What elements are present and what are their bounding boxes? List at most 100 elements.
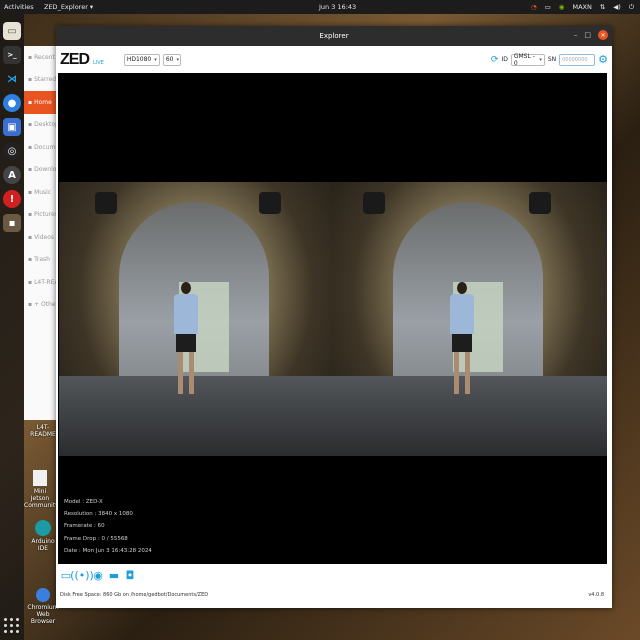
sidebar-item[interactable]: ▪L4T-README	[24, 271, 58, 294]
sidebar-item[interactable]: ▪Documents	[24, 136, 58, 159]
info-frame-drop: Frame Drop : 0 / 55568	[64, 535, 128, 542]
alert-icon[interactable]: !	[3, 190, 21, 208]
sidebar-item-label: + Other Locations	[34, 301, 58, 309]
maximize-icon[interactable]: □	[584, 31, 591, 39]
app-menu[interactable]: ZED_Explorer ▾	[44, 3, 93, 11]
video-icon: ▪	[28, 233, 33, 241]
minimize-icon[interactable]: –	[574, 31, 578, 39]
chevron-down-icon: ▾	[176, 56, 179, 63]
sn-label: SN	[547, 56, 557, 63]
id-label: ID	[501, 56, 508, 63]
sidebar-item-label: Desktop	[34, 121, 58, 129]
picture-icon: ▪	[28, 211, 33, 219]
resolution-select[interactable]: HD1080 ▾	[123, 53, 160, 66]
obs-icon[interactable]: ◎	[3, 142, 21, 160]
trash-icon: ▪	[28, 256, 33, 264]
desktop-doc-label: Mini Jetson Community	[24, 488, 59, 509]
arduino-ide-icon[interactable]: A	[3, 166, 21, 184]
live-badge: LIVE	[93, 59, 104, 66]
music-icon: ▪	[28, 188, 33, 196]
chevron-down-icon: ▾	[539, 56, 542, 63]
plus-icon: ▪	[28, 301, 33, 309]
sidebar-item-label: Trash	[34, 256, 50, 264]
desktop-folder-icon: ▪	[28, 121, 33, 129]
download-icon: ▪	[28, 166, 33, 174]
display-icon[interactable]: ▭	[545, 3, 551, 11]
drive-icon: ▪	[28, 278, 33, 286]
info-framerate: Framerate : 60	[64, 523, 105, 530]
camera-id-select[interactable]: GMSL - 0 ▾	[510, 53, 545, 67]
calibration-icon[interactable]: ◉	[92, 568, 104, 582]
system-tray[interactable]: ◔ ▭ ◉ MAXN ⇅ ◀) ⏻	[531, 3, 634, 12]
version-label: v4.0.8	[588, 592, 604, 598]
explorer-toolbar: ZED LIVE HD1080 ▾ 60 ▾ ⟳ ID GMSL - 0 ▾ S…	[56, 46, 612, 73]
power-icon[interactable]: ⏻	[629, 3, 634, 12]
desktop-readme[interactable]: L4T-README	[28, 424, 58, 438]
snapshot-camera-icon[interactable]: ◘	[124, 568, 136, 582]
serial-number-field[interactable]: 00000000	[559, 53, 596, 66]
vscode-icon[interactable]: ⋊	[3, 70, 21, 88]
desktop-chromium[interactable]: Chromium Web Browser	[26, 588, 60, 625]
clock[interactable]: Jun 3 16:43	[319, 3, 356, 11]
desktop-doc-icon[interactable]: Mini Jetson Community	[24, 470, 59, 509]
sidebar-item[interactable]: ▪+ Other Locations	[24, 294, 58, 317]
sidebar-item-label: Downloads	[34, 166, 58, 174]
screenshot-icon[interactable]: ▣	[3, 118, 21, 136]
disk-status: Disk Free Space: 860 Gb on /home/gedbot/…	[60, 592, 209, 598]
info-model: Model : ZED-X	[64, 499, 103, 505]
files-icon[interactable]: ▭	[3, 22, 21, 40]
app-name: ZED_Explorer	[44, 3, 88, 11]
chevron-down-icon: ▾	[154, 56, 157, 63]
volume-icon[interactable]: ◀)	[613, 3, 621, 11]
bottom-tools: ▭ ((•)) ◉ ▬ ◘	[60, 568, 136, 582]
terminal-icon[interactable]: >_	[3, 46, 21, 64]
settings-gear-icon[interactable]: ⚙	[598, 53, 608, 66]
chromium-icon[interactable]: ●	[3, 94, 21, 112]
files-sidebar: ▪Recent▪Starred▪Home▪Desktop▪Documents▪D…	[24, 46, 58, 420]
info-resolution: Resolution : 3840 x 1080	[64, 511, 133, 518]
serial-number-placeholder: 00000000	[562, 56, 588, 63]
desktop-arduino-ide[interactable]: Arduino IDE	[28, 520, 58, 552]
live-video-view[interactable]: Model : ZED-X Resolution : 3840 x 1080 F…	[58, 73, 607, 564]
nvidia-icon[interactable]: ◉	[559, 3, 565, 11]
svo-record-icon[interactable]: ▬	[108, 568, 120, 582]
refresh-icon[interactable]: ⟳	[491, 55, 499, 65]
top-bar: Activities ZED_Explorer ▾ Jun 3 16:43 ◔ …	[0, 0, 640, 14]
image-viewer-icon[interactable]: ▪	[3, 214, 21, 232]
sidebar-item-label: Starred	[34, 76, 57, 84]
sidebar-item[interactable]: ▪ Pictures	[24, 204, 58, 227]
resolution-value: HD1080	[126, 56, 152, 63]
close-icon[interactable]: ✕	[598, 30, 608, 40]
camera-info-overlay: Model : ZED-X Resolution : 3840 x 1080 F…	[64, 496, 152, 557]
sidebar-item-label: Pictures	[34, 211, 58, 219]
sidebar-item[interactable]: ▪ Desktop	[24, 114, 58, 137]
fps-select[interactable]: 60 ▾	[162, 53, 181, 66]
fps-value: 60	[165, 56, 174, 63]
sidebar-item[interactable]: ▪ Recent	[24, 46, 58, 69]
sidebar-item[interactable]: ▪ Trash	[24, 249, 58, 272]
show-apps-icon[interactable]	[4, 618, 20, 634]
sidebar-item-label: Recent	[34, 53, 55, 61]
sidebar-item[interactable]: ▪ Videos	[24, 226, 58, 249]
sidebar-item-label: Home	[34, 98, 52, 106]
sidebar-item-label: Videos	[34, 233, 55, 241]
performance-icon[interactable]: ◔	[531, 3, 537, 11]
activities-button[interactable]: Activities	[0, 3, 44, 11]
window-title: Explorer	[319, 32, 349, 40]
zed-logo: ZED	[60, 50, 90, 68]
info-date: Date : Mon Jun 3 16:43:28 2024	[64, 547, 152, 554]
stream-icon[interactable]: ((•))	[70, 568, 94, 582]
network-icon[interactable]: ⇅	[600, 3, 605, 11]
dock: ▭ >_ ⋊ ● ▣ ◎ A ! ▪	[0, 14, 24, 640]
sidebar-item[interactable]: ▪ Music	[24, 181, 58, 204]
sidebar-item[interactable]: ▪ Starred	[24, 69, 58, 92]
window-titlebar[interactable]: Explorer – □ ✕	[56, 26, 612, 46]
desktop-chromium-label: Chromium Web Browser	[27, 604, 59, 625]
power-mode-label[interactable]: MAXN	[572, 3, 591, 11]
sidebar-item[interactable]: ▪Downloads	[24, 159, 58, 182]
sidebar-item[interactable]: ▪ Home	[24, 91, 58, 114]
chevron-down-icon: ▾	[89, 3, 94, 11]
clock-icon: ▪	[28, 53, 33, 61]
bottom-bar: ▭ ((•)) ◉ ▬ ◘ Disk Free Space: 860 Gb on…	[58, 564, 610, 608]
sidebar-item-label: Documents	[34, 143, 58, 151]
